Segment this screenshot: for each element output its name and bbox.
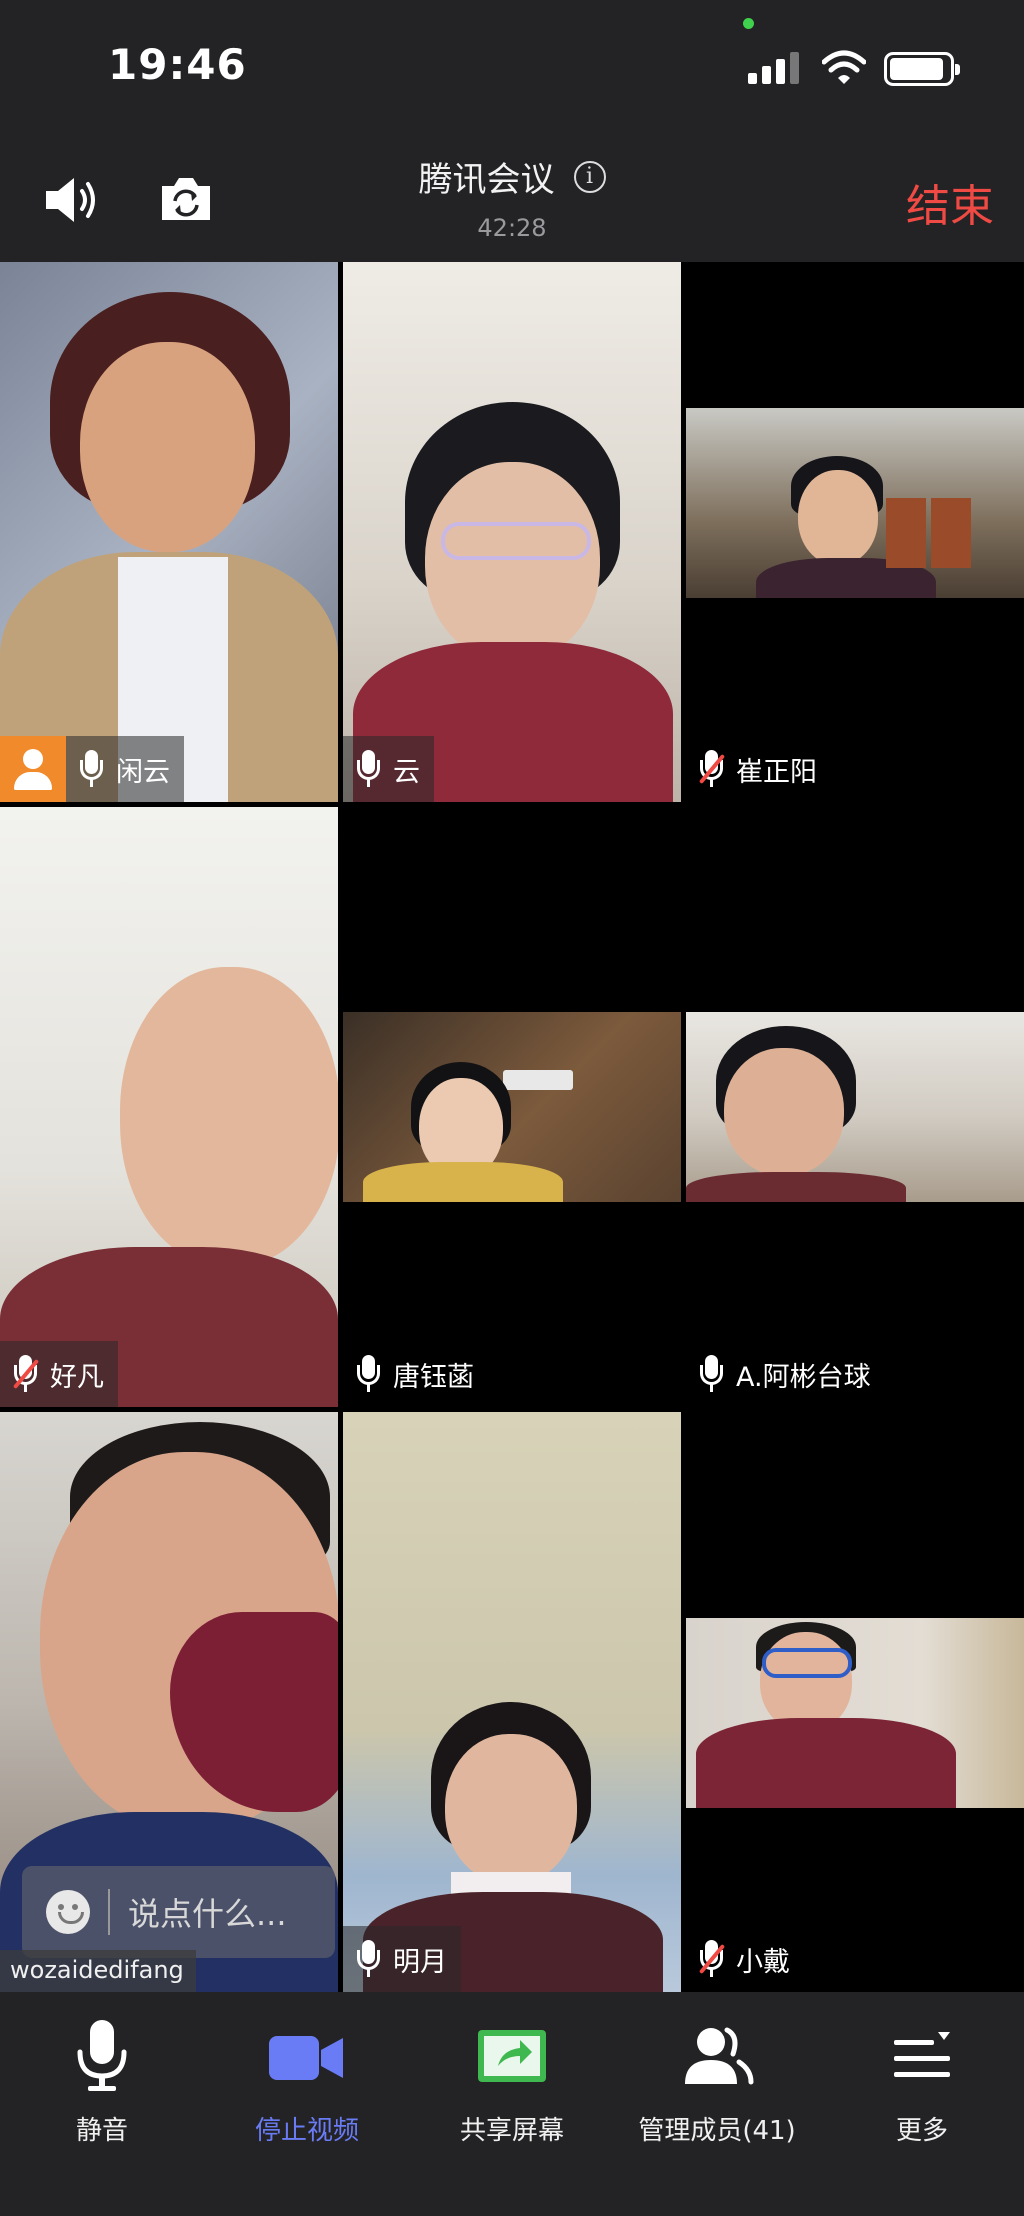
top-bar: 19:46 腾讯会议 i 42:28 结束 (0, 0, 1024, 262)
share-screen-label: 共享屏幕 (459, 2116, 564, 2146)
participant-label: 小戴 (686, 1926, 804, 1992)
members-icon (685, 2027, 754, 2085)
meeting-title-wrap: 腾讯会议 i (0, 152, 1024, 201)
microphone-muted-icon (12, 1355, 40, 1393)
microphone-icon (357, 1355, 380, 1393)
video-tile[interactable]: 好凡 (0, 807, 338, 1407)
bottom-toolbar: 静音 停止视频 共享屏幕 管理成员(41) 更多 (0, 1992, 1024, 2216)
participant-name: 小戴 (736, 1946, 790, 1978)
emoji-icon[interactable] (46, 1890, 90, 1934)
video-camera-icon (269, 2036, 343, 2080)
mute-button[interactable]: 静音 (2, 2016, 202, 2147)
video-tile[interactable]: A.阿彬台球 (686, 807, 1024, 1407)
info-icon[interactable]: i (573, 160, 606, 193)
video-feed (343, 1412, 681, 1992)
more-label: 更多 (895, 2116, 948, 2146)
status-time: 19:46 (108, 40, 247, 89)
video-feed (343, 262, 681, 802)
camera-indicator-dot (743, 18, 754, 29)
cellular-signal-icon (748, 52, 800, 84)
more-button[interactable]: 更多 (822, 2016, 1022, 2147)
meeting-title: 腾讯会议 (418, 160, 555, 200)
wifi-icon (822, 50, 866, 84)
video-tile[interactable]: 云 (343, 262, 681, 802)
meeting-duration: 42:28 (477, 214, 547, 242)
participant-label: 唐钰菡 (343, 1341, 488, 1407)
video-tile[interactable]: 闲云 (0, 262, 338, 802)
chat-placeholder: 说点什么... (128, 1895, 287, 1933)
participant-name: 唐钰菡 (393, 1361, 474, 1393)
video-feed (0, 807, 338, 1407)
stop-video-label: 停止视频 (254, 2116, 359, 2146)
manage-members-button[interactable]: 管理成员(41) (617, 2016, 817, 2147)
chat-input[interactable]: 说点什么... (22, 1866, 335, 1958)
end-meeting-button[interactable]: 结束 (906, 170, 994, 234)
microphone-icon (700, 1355, 723, 1393)
mute-label: 静音 (75, 2116, 128, 2146)
participant-name: A.阿彬台球 (736, 1361, 871, 1393)
share-screen-button[interactable]: 共享屏幕 (412, 2016, 612, 2147)
participant-name: 崔正阳 (736, 756, 817, 788)
microphone-icon (77, 2020, 127, 2091)
manage-members-label: 管理成员(41) (638, 2116, 796, 2146)
participant-name: 云 (393, 756, 420, 788)
participant-label: A.阿彬台球 (686, 1341, 885, 1407)
video-feed (686, 1012, 1024, 1202)
participant-name: 好凡 (50, 1361, 104, 1393)
participant-label: 崔正阳 (686, 736, 831, 802)
participant-label: 闲云 (0, 736, 184, 802)
participant-label: 云 (343, 736, 434, 802)
microphone-icon (80, 750, 103, 788)
video-tile[interactable]: 明月 (343, 1412, 681, 1992)
participant-name: 明月 (393, 1946, 447, 1978)
more-menu-icon (894, 2032, 950, 2077)
participant-label: 明月 (343, 1926, 461, 1992)
video-tile[interactable]: 崔正阳 (686, 262, 1024, 802)
microphone-muted-icon (698, 1940, 726, 1978)
microphone-icon (357, 1940, 380, 1978)
chat-divider (108, 1889, 110, 1935)
video-tile[interactable]: 唐钰菡 (343, 807, 681, 1407)
battery-icon (884, 52, 960, 86)
video-feed (686, 408, 1024, 598)
participant-name: 闲云 (116, 756, 170, 788)
video-tile[interactable]: 小戴 (686, 1412, 1024, 1992)
self-name-label: wozaidedifang (0, 1950, 196, 1992)
microphone-muted-icon (698, 750, 726, 788)
video-feed (0, 262, 338, 802)
host-badge-icon (0, 736, 66, 802)
microphone-icon (357, 750, 380, 788)
video-feed (343, 1012, 681, 1202)
participant-label: 好凡 (0, 1341, 118, 1407)
share-screen-icon (478, 2030, 546, 2082)
stop-video-button[interactable]: 停止视频 (207, 2016, 407, 2147)
video-feed (686, 1618, 1024, 1808)
